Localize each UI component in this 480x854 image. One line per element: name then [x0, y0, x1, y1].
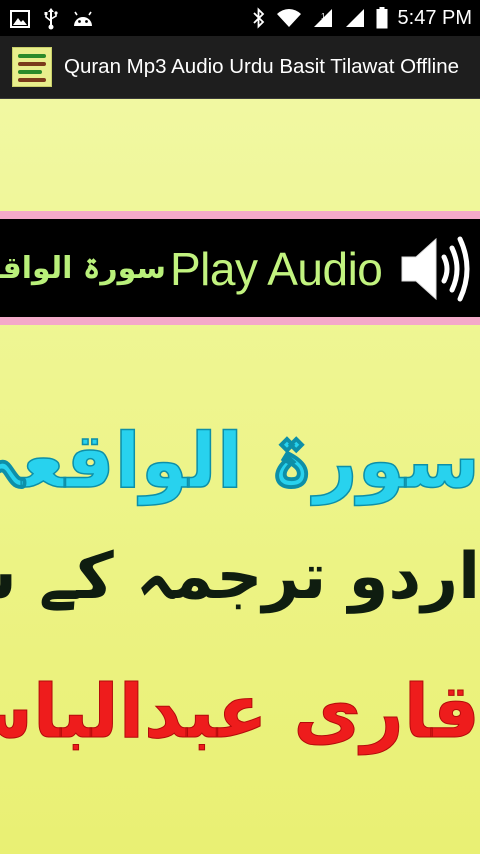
app-logo-icon[interactable]: [12, 47, 52, 87]
bluetooth-icon: [252, 7, 266, 29]
banner-top-stripe: [0, 211, 480, 219]
app-screen: 1 5:47 PM Quran Mp3 Audio Urdu Basit Til…: [0, 0, 480, 854]
banner-bottom-stripe: [0, 317, 480, 325]
wifi-icon: [276, 8, 302, 28]
urdu-translation-line: اردو ترجمہ کے ساتھ: [0, 540, 480, 614]
svg-text:1: 1: [321, 12, 326, 21]
image-notification-icon: [10, 10, 30, 28]
status-notifications: [10, 8, 94, 30]
app-title: Quran Mp3 Audio Urdu Basit Tilawat Offli…: [64, 55, 460, 78]
status-time: 5:47 PM: [397, 6, 472, 29]
android-debug-icon: [72, 10, 94, 28]
speaker-icon: [398, 229, 474, 309]
qari-name: قاری عبدالباسط: [0, 669, 480, 756]
battery-icon: [376, 7, 388, 29]
status-bar: 1 5:47 PM: [0, 0, 480, 36]
play-audio-banner[interactable]: سورۃ الواقعہ Play Audio: [0, 219, 480, 317]
signal-icon-1: 1: [312, 7, 334, 29]
action-bar: Quran Mp3 Audio Urdu Basit Tilawat Offli…: [0, 36, 480, 99]
play-audio-label: Play Audio: [170, 243, 383, 295]
usb-icon: [44, 8, 58, 30]
status-system-icons: 1 5:47 PM: [252, 0, 472, 36]
banner-surah-label: سورۃ الواقعہ: [0, 251, 166, 286]
surah-name-heading: سورۃ الواقعہ: [0, 415, 480, 506]
signal-icon-2: [344, 7, 366, 29]
